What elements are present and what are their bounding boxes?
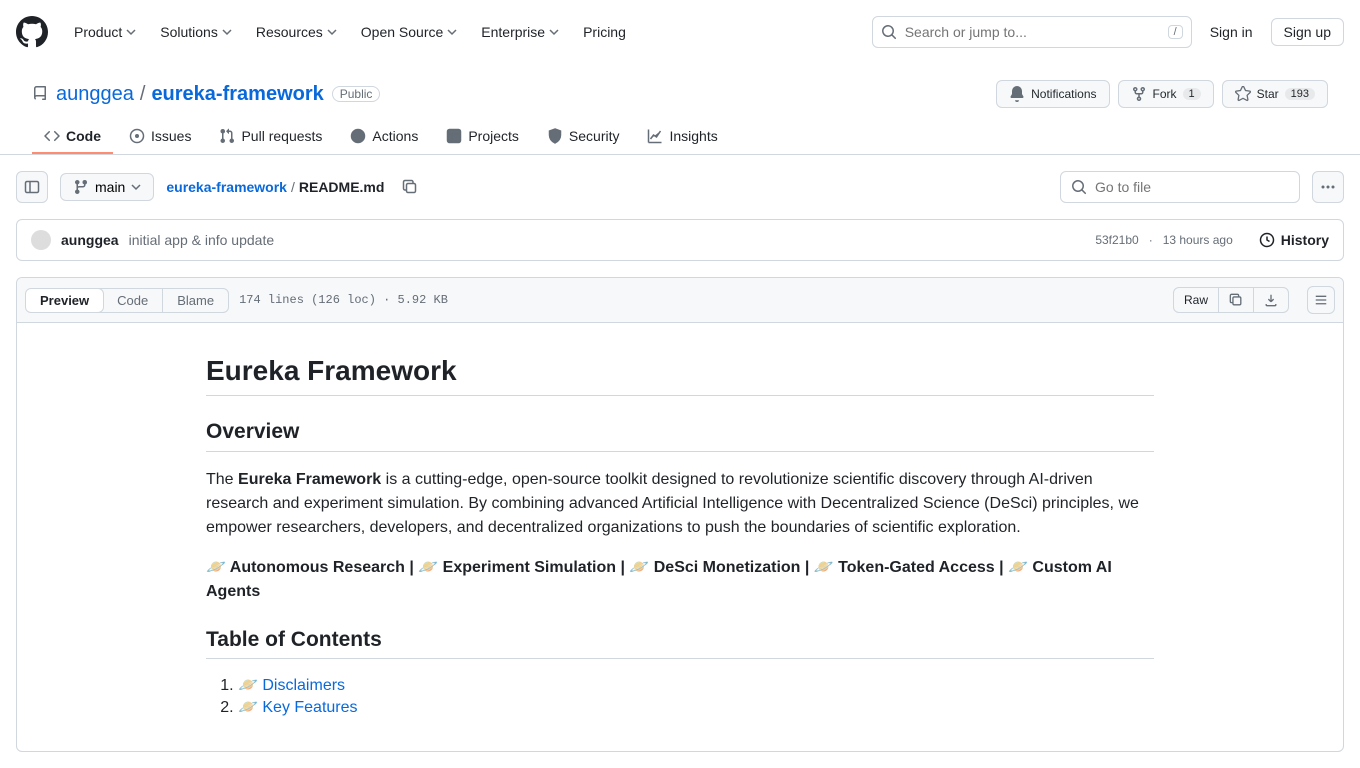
commit-author[interactable]: aunggea <box>61 232 119 248</box>
history-link[interactable]: History <box>1259 232 1329 248</box>
go-to-file-input[interactable] <box>1095 179 1289 195</box>
copy-icon <box>1229 293 1243 307</box>
readme-toc-h: Table of Contents <box>206 628 1154 659</box>
commit-time: 13 hours ago <box>1163 233 1233 247</box>
signin-link[interactable]: Sign in <box>1200 18 1263 46</box>
history-icon <box>1259 232 1275 248</box>
repo-visibility-badge: Public <box>332 86 381 102</box>
fork-count: 1 <box>1183 88 1201 100</box>
copy-path-button[interactable] <box>396 173 424 201</box>
copy-button[interactable] <box>1219 288 1254 312</box>
copy-icon <box>402 179 418 195</box>
readme-features-line: 🪐 Autonomous Research | 🪐 Experiment Sim… <box>206 556 1154 604</box>
star-button[interactable]: Star 193 <box>1222 80 1328 108</box>
download-button[interactable] <box>1254 288 1288 312</box>
global-search-input[interactable] <box>905 24 1160 40</box>
sidebar-toggle-button[interactable] <box>16 171 48 203</box>
outline-button[interactable] <box>1307 286 1335 314</box>
tab-blame[interactable]: Blame <box>163 289 228 312</box>
tab-security[interactable]: Security <box>535 120 632 154</box>
view-mode-tabs: Preview Code Blame <box>25 288 229 313</box>
star-icon <box>1235 86 1251 102</box>
branch-selector[interactable]: main <box>60 173 154 201</box>
readme-overview-p: The Eureka Framework is a cutting-edge, … <box>206 468 1154 540</box>
nav-pricing[interactable]: Pricing <box>573 18 636 46</box>
readme-h1: Eureka Framework <box>206 355 1154 396</box>
breadcrumb: eureka-framework / README.md <box>166 179 384 195</box>
nav-opensource[interactable]: Open Source <box>351 18 468 46</box>
repo-name-link[interactable]: eureka-framework <box>151 83 323 106</box>
tab-insights[interactable]: Insights <box>635 120 729 154</box>
commit-message[interactable]: initial app & info update <box>129 232 275 248</box>
avatar[interactable] <box>31 230 51 250</box>
sidebar-icon <box>24 179 40 195</box>
repo-icon <box>32 86 48 102</box>
fork-icon <box>1131 86 1147 102</box>
tab-pulls[interactable]: Pull requests <box>207 120 334 154</box>
kebab-icon <box>1320 179 1336 195</box>
nav-solutions[interactable]: Solutions <box>150 18 242 46</box>
fork-button[interactable]: Fork 1 <box>1118 80 1214 108</box>
file-meta: 174 lines (126 loc) · 5.92 KB <box>239 293 448 307</box>
search-kbd: / <box>1168 25 1183 39</box>
github-logo[interactable] <box>16 16 48 48</box>
chevron-down-icon <box>131 182 141 192</box>
raw-button[interactable]: Raw <box>1174 288 1219 312</box>
search-icon <box>1071 179 1087 195</box>
global-search[interactable]: / <box>872 16 1192 48</box>
tab-projects[interactable]: Projects <box>434 120 531 154</box>
download-icon <box>1264 293 1278 307</box>
toc-item-2[interactable]: 🪐 Key Features <box>238 699 358 716</box>
tab-code-view[interactable]: Code <box>103 289 163 312</box>
breadcrumb-file: README.md <box>299 179 385 195</box>
nav-product[interactable]: Product <box>64 18 146 46</box>
nav-resources[interactable]: Resources <box>246 18 347 46</box>
more-options-button[interactable] <box>1312 171 1344 203</box>
list-icon <box>1314 293 1328 307</box>
branch-icon <box>73 179 89 195</box>
search-icon <box>881 24 897 40</box>
repo-owner-link[interactable]: aunggea <box>56 83 134 106</box>
commit-sep: · <box>1149 233 1153 247</box>
go-to-file[interactable] <box>1060 171 1300 203</box>
commit-sha[interactable]: 53f21b0 <box>1095 233 1138 247</box>
nav-enterprise[interactable]: Enterprise <box>471 18 569 46</box>
tab-preview[interactable]: Preview <box>25 288 104 313</box>
notifications-button[interactable]: Notifications <box>996 80 1109 108</box>
tab-issues[interactable]: Issues <box>117 120 203 154</box>
readme-overview-h: Overview <box>206 420 1154 451</box>
tab-actions[interactable]: Actions <box>338 120 430 154</box>
breadcrumb-repo[interactable]: eureka-framework <box>166 179 287 195</box>
toc-item-1[interactable]: 🪐 Disclaimers <box>238 677 345 694</box>
tab-code[interactable]: Code <box>32 120 113 154</box>
signup-button[interactable]: Sign up <box>1271 18 1344 46</box>
star-count: 193 <box>1285 88 1315 100</box>
bell-icon <box>1009 86 1025 102</box>
repo-slash: / <box>140 83 146 106</box>
